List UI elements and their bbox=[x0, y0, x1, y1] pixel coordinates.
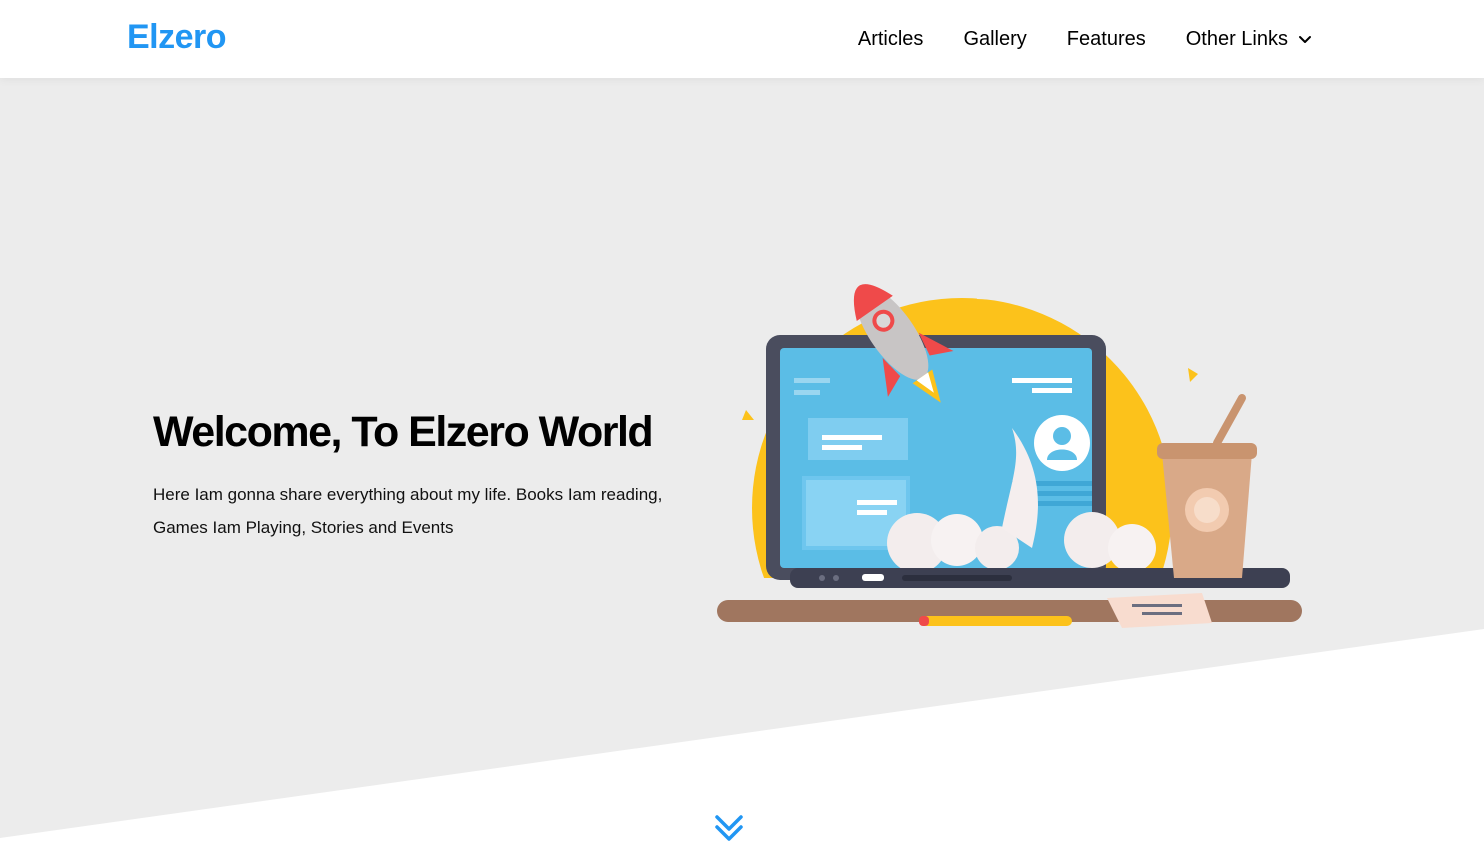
site-header: Elzero Articles Gallery Features Other L… bbox=[0, 0, 1484, 78]
laptop-rocket-illustration bbox=[717, 284, 1302, 648]
landing-section: Welcome, To Elzero World Here Iam gonna … bbox=[0, 78, 1484, 863]
main-nav: Articles Gallery Features Other Links bbox=[838, 0, 1312, 78]
nav-label: Other Links bbox=[1185, 27, 1288, 50]
nav-label: Articles bbox=[857, 27, 924, 50]
nav-label: Features bbox=[1066, 27, 1146, 50]
nav-link-articles[interactable]: Articles bbox=[838, 0, 944, 78]
nav-link-other-links[interactable]: Other Links bbox=[1166, 0, 1312, 78]
nav-link-features[interactable]: Features bbox=[1047, 0, 1166, 78]
landing-title: Welcome, To Elzero World bbox=[153, 408, 654, 456]
logo-link[interactable]: Elzero bbox=[127, 18, 227, 57]
landing-description: Here Iam gonna share everything about my… bbox=[153, 485, 663, 537]
chevron-down-icon bbox=[1299, 36, 1311, 43]
double-chevron-down-icon[interactable] bbox=[712, 811, 746, 845]
nav-link-gallery[interactable]: Gallery bbox=[943, 0, 1046, 78]
nav-label: Gallery bbox=[963, 27, 1027, 50]
